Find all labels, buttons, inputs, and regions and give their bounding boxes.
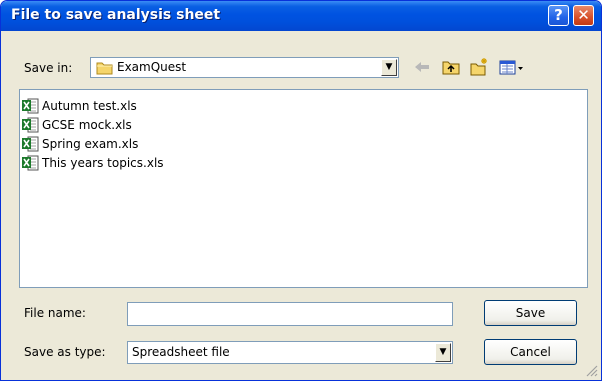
file-item[interactable]: Autumn test.xls bbox=[22, 97, 137, 115]
up-folder-icon[interactable] bbox=[441, 57, 461, 77]
save-in-value: ExamQuest bbox=[117, 60, 187, 74]
dialog-title: File to save analysis sheet bbox=[11, 7, 221, 23]
save-button[interactable]: Save bbox=[484, 300, 577, 326]
file-item[interactable]: GCSE mock.xls bbox=[22, 116, 132, 134]
file-name: Spring exam.xls bbox=[42, 137, 139, 151]
cancel-button[interactable]: Cancel bbox=[484, 339, 577, 365]
close-button[interactable]: ✕ bbox=[573, 5, 594, 26]
file-item[interactable]: Spring exam.xls bbox=[22, 135, 138, 153]
file-name-input[interactable] bbox=[127, 302, 453, 326]
file-name: Autumn test.xls bbox=[42, 99, 137, 113]
save-as-type-value: Spreadsheet file bbox=[132, 345, 230, 359]
save-as-type-combo[interactable]: Spreadsheet file ▼ bbox=[127, 341, 453, 364]
excel-file-icon bbox=[22, 155, 39, 171]
file-item[interactable]: This years topics.xls bbox=[22, 154, 164, 172]
help-button[interactable]: ? bbox=[548, 5, 569, 26]
new-folder-icon[interactable] bbox=[469, 57, 489, 77]
file-name-label: File name: bbox=[24, 306, 86, 320]
file-name: This years topics.xls bbox=[42, 156, 164, 170]
file-list[interactable]: Autumn test.xls GCSE mock.xls Spring exa… bbox=[19, 89, 588, 288]
file-name: GCSE mock.xls bbox=[42, 118, 132, 132]
excel-file-icon bbox=[22, 136, 39, 152]
save-as-type-label: Save as type: bbox=[24, 345, 106, 359]
view-menu-icon[interactable] bbox=[498, 57, 526, 77]
save-dialog: File to save analysis sheet ? ✕ Save in:… bbox=[0, 0, 602, 381]
excel-file-icon bbox=[22, 98, 39, 114]
title-bar[interactable]: File to save analysis sheet ? ✕ bbox=[1, 1, 601, 31]
resize-grip-icon[interactable] bbox=[586, 365, 598, 377]
save-in-dropdown-arrow[interactable]: ▼ bbox=[381, 59, 397, 76]
save-as-type-dropdown-arrow[interactable]: ▼ bbox=[435, 343, 451, 362]
folder-icon bbox=[96, 62, 113, 75]
save-in-label: Save in: bbox=[24, 61, 73, 75]
back-arrow-icon[interactable] bbox=[412, 57, 432, 77]
excel-file-icon bbox=[22, 117, 39, 133]
save-in-combo[interactable]: ExamQuest ▼ bbox=[90, 57, 399, 78]
